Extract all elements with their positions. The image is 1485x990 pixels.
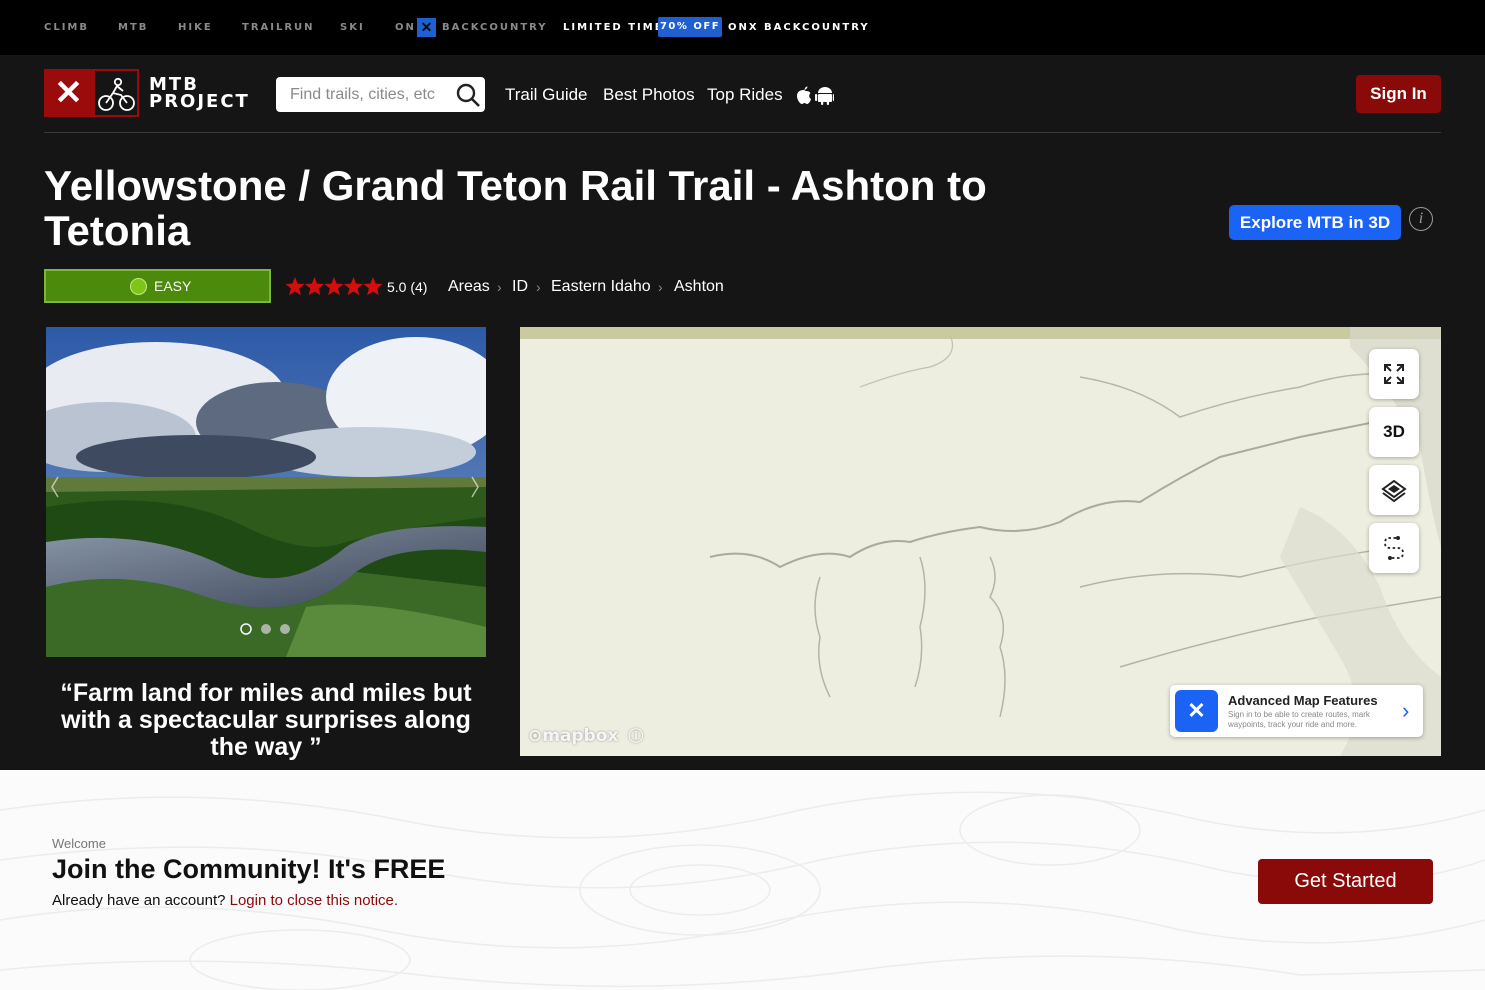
apple-icon[interactable] (797, 86, 811, 105)
chevron-right-icon: › (658, 279, 663, 295)
mapbox-logo-icon: ⊙ (528, 726, 543, 746)
breadcrumb-eastern-idaho[interactable]: Eastern Idaho (551, 278, 651, 296)
login-link[interactable]: Login to close this notice. (230, 892, 398, 909)
android-icon[interactable] (815, 87, 835, 105)
easy-circle-icon (130, 278, 147, 295)
cyclist-icon[interactable] (93, 69, 139, 117)
search-box (276, 77, 485, 112)
promo-bar: CLIMB MTB HIKE TRAILRUN SKI ON ✕ BACKCOU… (0, 0, 1485, 55)
sport-link-trailrun[interactable]: TRAILRUN (242, 22, 315, 33)
app-store-links (796, 85, 835, 110)
chevron-right-icon[interactable]: › (1402, 698, 1409, 724)
difficulty-label: EASY (154, 278, 192, 294)
already-account-label: Already have an account? (52, 892, 226, 909)
star-icon (363, 277, 383, 296)
fullscreen-button[interactable] (1369, 349, 1419, 399)
map-info-icon[interactable]: ⓘ (628, 727, 643, 745)
chevron-right-icon: › (497, 279, 502, 295)
difficulty-badge: EASY (44, 269, 271, 303)
map-3d-button[interactable]: 3D (1369, 407, 1419, 457)
join-community-notice: Welcome Join the Community! It's FREE Al… (0, 770, 1485, 990)
breadcrumb-ashton[interactable]: Ashton (674, 278, 724, 296)
onx-logo-icon: ✕ (1175, 690, 1218, 732)
explore-3d-button[interactable]: Explore MTB in 3D (1229, 205, 1401, 240)
already-account-text: Already have an account? Login to close … (52, 892, 398, 909)
site-logo-mark[interactable]: ✕ (44, 69, 93, 117)
route-icon (1384, 536, 1404, 560)
sign-in-button[interactable]: Sign In (1356, 75, 1441, 113)
sport-link-ski[interactable]: SKI (340, 22, 365, 33)
get-started-button[interactable]: Get Started (1258, 859, 1433, 904)
onx-logo-icon[interactable]: ✕ (417, 18, 436, 37)
photo-carousel[interactable] (46, 327, 486, 657)
search-input[interactable] (290, 84, 450, 106)
expand-icon (1384, 364, 1404, 384)
sport-link-hike[interactable]: HIKE (178, 22, 213, 33)
nav-trail-guide[interactable]: Trail Guide (505, 85, 588, 105)
search-icon[interactable] (455, 82, 481, 113)
carousel-dot[interactable] (261, 624, 271, 634)
advanced-features-title: Advanced Map Features (1228, 693, 1378, 708)
join-headline: Join the Community! It's FREE (52, 854, 446, 884)
star-icon (285, 277, 305, 296)
star-icon (305, 277, 324, 296)
carousel-dot[interactable] (280, 624, 290, 634)
onx-backcountry-link[interactable]: ONX BACKCOUNTRY (728, 22, 870, 33)
page-title: Yellowstone / Grand Teton Rail Trail - A… (44, 162, 987, 254)
site-logo-text[interactable]: MTB PROJECT (149, 76, 250, 112)
chevron-right-icon: › (536, 279, 541, 295)
star-rating[interactable] (285, 276, 383, 298)
nav-top-rides[interactable]: Top Rides (707, 85, 783, 105)
layers-button[interactable] (1369, 465, 1419, 515)
backcountry-link[interactable]: BACKCOUNTRY (442, 22, 548, 33)
mapbox-attribution[interactable]: ⊙mapbox ⓘ (528, 725, 643, 746)
trail-quote: “Farm land for miles and miles but with … (60, 679, 472, 761)
nav-best-photos[interactable]: Best Photos (603, 85, 695, 105)
breadcrumb-areas[interactable]: Areas (448, 278, 490, 296)
trail-map[interactable]: 3D ⊙mapbox ⓘ ✕ Advanced Map Features Sig… (520, 327, 1441, 756)
sport-link-climb[interactable]: CLIMB (44, 22, 89, 33)
logo-line-project: PROJECT (149, 91, 250, 112)
star-icon (324, 277, 344, 296)
rating-value[interactable]: 5.0 (4) (387, 279, 427, 295)
sport-link-mtb[interactable]: MTB (118, 22, 148, 33)
limited-time-label[interactable]: LIMITED TIME (563, 22, 664, 33)
mapbox-label: mapbox (542, 726, 619, 746)
trail-photo[interactable] (46, 327, 486, 657)
layers-icon (1381, 479, 1407, 503)
advanced-features-desc: Sign in to be able to create routes, mar… (1228, 710, 1370, 729)
route-button[interactable] (1369, 523, 1419, 573)
discount-badge[interactable]: 70% OFF (658, 17, 722, 37)
on-label: ON (395, 22, 416, 33)
advanced-map-features-card[interactable]: ✕ Advanced Map Features Sign in to be ab… (1170, 685, 1423, 737)
welcome-label: Welcome (52, 836, 106, 851)
info-icon[interactable]: i (1409, 207, 1433, 231)
breadcrumb-id[interactable]: ID (512, 278, 528, 296)
star-icon (344, 277, 363, 296)
header-divider (44, 132, 1441, 133)
